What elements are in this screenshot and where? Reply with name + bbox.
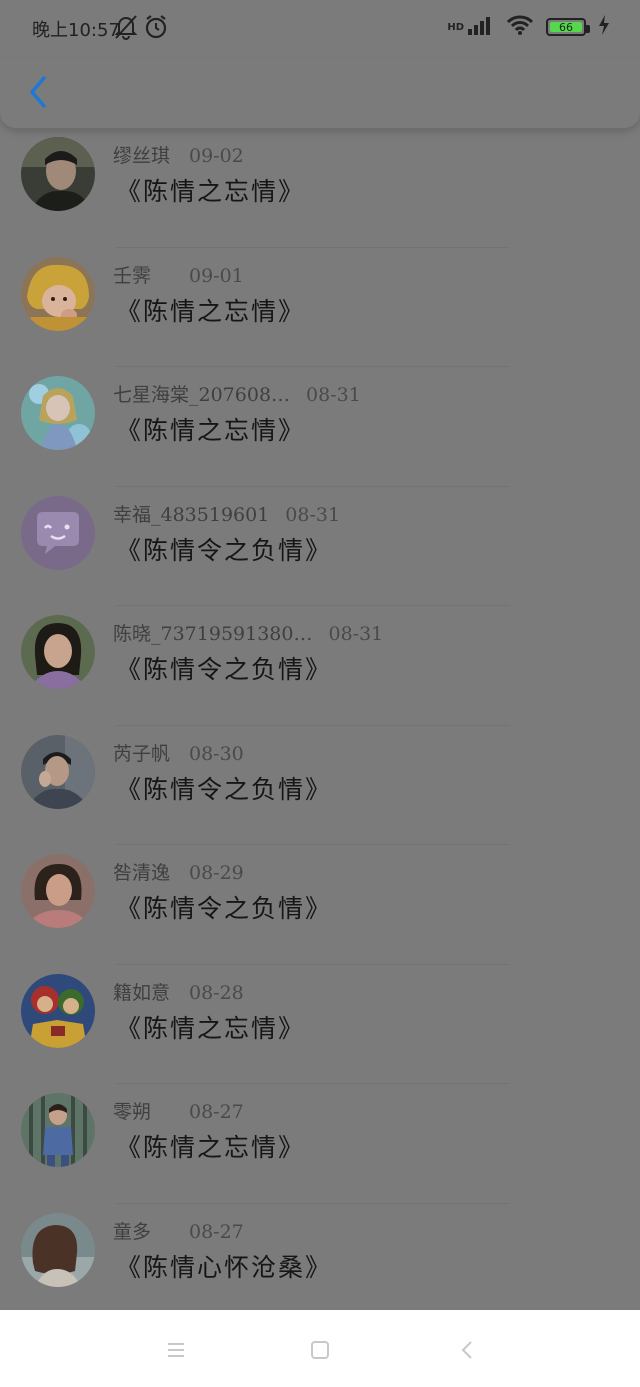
list-item[interactable]: 零朔 08-27 《陈情之忘情》 xyxy=(0,1084,640,1204)
list-item[interactable]: 幸福_483519601 08-31 《陈情令之负情》 xyxy=(0,487,640,606)
message-date: 08-31 xyxy=(306,384,361,406)
meta-row: 缪丝琪 09-02 xyxy=(113,141,244,168)
message-date: 08-31 xyxy=(285,503,341,526)
list-item[interactable]: 童多 08-27 《陈情心怀沧桑》 xyxy=(0,1204,640,1324)
avatar[interactable] xyxy=(21,615,95,689)
sender-name: 零朔 xyxy=(113,1101,152,1123)
battery-level: 66 xyxy=(559,21,573,34)
meta-row: 陈晓_73719591380… 08-31 xyxy=(113,619,383,646)
list-item[interactable]: 陈晓_73719591380… 08-31 《陈情令之负情》 xyxy=(0,606,640,726)
meta-row: 幸福_483519601 08-31 xyxy=(113,500,340,527)
chevron-left-icon xyxy=(28,75,48,113)
message-text: 《陈情之忘情》 xyxy=(116,1013,306,1043)
meta-row: 籍如意 08-28 xyxy=(113,978,244,1005)
sender-name: 陈晓_73719591380… xyxy=(113,623,313,645)
list-item[interactable]: 缪丝琪 09-02 《陈情之忘情》 xyxy=(0,128,640,248)
status-time: 晚上10:57 xyxy=(32,20,120,41)
sender-name: 芮子帆 xyxy=(113,742,171,765)
message-text: 《陈情之忘情》 xyxy=(116,177,306,206)
avatar[interactable] xyxy=(21,734,95,809)
signal-icon xyxy=(468,15,494,39)
meta-row: 零朔 08-27 xyxy=(113,1097,244,1124)
list-item[interactable]: 七星海棠_207608… 08-31 《陈情之忘情》 xyxy=(0,367,640,487)
header xyxy=(0,58,640,128)
sender-name: 七星海棠_207608… xyxy=(113,384,291,406)
home-square-icon[interactable] xyxy=(308,1338,332,1362)
wifi-icon xyxy=(506,14,534,40)
message-date: 09-01 xyxy=(189,264,244,287)
menu-icon[interactable] xyxy=(164,1338,188,1362)
avatar[interactable] xyxy=(21,854,95,928)
battery-tip xyxy=(586,25,590,33)
message-date: 08-28 xyxy=(189,981,244,1004)
meta-row: 七星海棠_207608… 08-31 xyxy=(113,380,361,407)
meta-row: 壬霁 09-01 xyxy=(113,261,244,288)
message-text: 《陈情之忘情》 xyxy=(116,1133,306,1162)
back-triangle-icon[interactable] xyxy=(456,1338,480,1362)
sender-name: 童多 xyxy=(113,1220,152,1243)
message-text: 《陈情之忘情》 xyxy=(116,296,306,326)
back-button[interactable] xyxy=(18,72,58,116)
list-item[interactable]: 壬霁 09-01 《陈情之忘情》 xyxy=(0,248,640,367)
alarm-icon xyxy=(144,14,168,44)
mute-bell-icon xyxy=(114,14,138,44)
message-date: 08-27 xyxy=(189,1101,244,1123)
message-date: 08-31 xyxy=(328,623,384,645)
meta-row: 童多 08-27 xyxy=(113,1217,244,1244)
message-text: 《陈情令之负情》 xyxy=(116,894,333,923)
message-text: 《陈情令之负情》 xyxy=(116,774,333,804)
avatar[interactable] xyxy=(21,1212,95,1287)
avatar[interactable] xyxy=(21,973,95,1048)
sender-name: 幸福_483519601 xyxy=(113,503,270,526)
list-item[interactable]: 咎清逸 08-29 《陈情令之负情》 xyxy=(0,845,640,965)
meta-row: 咎清逸 08-29 xyxy=(113,858,244,885)
message-list: 缪丝琪 09-02 《陈情之忘情》 壬霁 09-01 《陈情之忘情》 七星海棠_… xyxy=(0,128,640,1323)
avatar[interactable] xyxy=(21,137,95,211)
message-text: 《陈情令之负情》 xyxy=(116,535,333,565)
system-nav-bar xyxy=(0,1310,640,1387)
message-text: 《陈情之忘情》 xyxy=(116,416,306,445)
avatar[interactable] xyxy=(21,256,95,331)
hd-label: HD xyxy=(447,21,464,33)
message-date: 09-02 xyxy=(189,145,244,167)
sender-name: 壬霁 xyxy=(113,264,152,287)
list-item[interactable]: 籍如意 08-28 《陈情之忘情》 xyxy=(0,965,640,1084)
avatar[interactable] xyxy=(21,495,95,570)
avatar[interactable] xyxy=(21,1093,95,1167)
battery-icon: 66 xyxy=(546,18,590,36)
status-bar: 晚上10:57 HD 66 xyxy=(0,0,640,58)
message-text: 《陈情心怀沧桑》 xyxy=(116,1252,333,1282)
sender-name: 咎清逸 xyxy=(113,862,171,884)
message-date: 08-29 xyxy=(189,862,244,884)
status-right: HD 66 xyxy=(447,14,610,40)
list-item[interactable]: 芮子帆 08-30 《陈情令之负情》 xyxy=(0,726,640,845)
charging-icon xyxy=(598,15,610,39)
message-date: 08-27 xyxy=(189,1220,244,1243)
message-text: 《陈情令之负情》 xyxy=(116,655,333,684)
sender-name: 缪丝琪 xyxy=(113,145,171,167)
sender-name: 籍如意 xyxy=(113,981,171,1004)
meta-row: 芮子帆 08-30 xyxy=(113,739,244,766)
message-date: 08-30 xyxy=(189,742,244,765)
avatar[interactable] xyxy=(21,376,95,450)
